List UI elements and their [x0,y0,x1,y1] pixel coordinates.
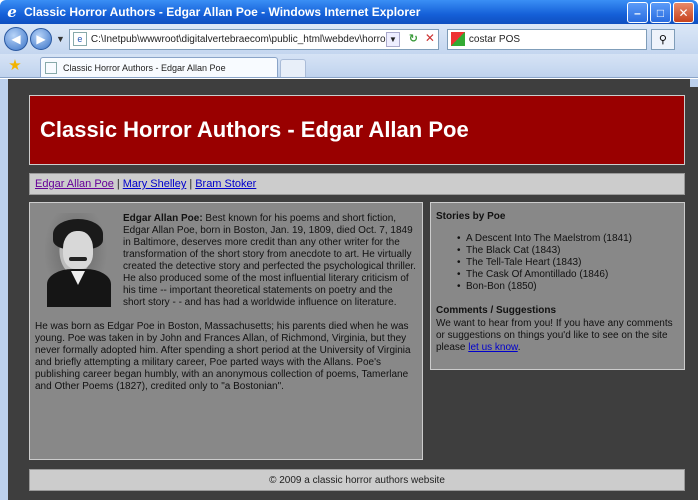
comments-text: We want to hear from you! If you have an… [436,318,673,353]
search-input[interactable]: costar POS [446,28,647,50]
nav-link-stoker[interactable]: Bram Stoker [195,178,256,190]
close-button[interactable]: ✕ [673,2,694,23]
sidebar-panel: Stories by Poe A Descent Into The Maelst… [430,202,685,370]
story-item: Bon-Bon (1850) [457,281,679,293]
favorites-star-icon[interactable]: ★ [4,54,26,76]
story-item: A Descent Into The Maelstrom (1841) [457,233,679,245]
comments-heading: Comments / Suggestions [436,305,557,316]
stories-list: A Descent Into The Maelstrom (1841) The … [436,233,679,293]
search-text: costar POS [468,33,521,45]
refresh-icon[interactable]: ↻ [409,32,418,45]
navigation-bar: ◀ ▶ ▼ e C:\Inetpub\wwwroot\digitalverteb… [0,24,698,54]
bio-paragraph-2: He was born as Edgar Poe in Boston, Mass… [35,321,411,392]
bio-name: Edgar Allan Poe: [123,213,203,224]
nav-link-poe[interactable]: Edgar Allan Poe [35,178,114,190]
maximize-button[interactable]: □ [650,2,671,23]
window-title: Classic Horror Authors - Edgar Allan Poe… [24,5,421,19]
story-item: The Tell-Tale Heart (1843) [457,257,679,269]
tab-current[interactable]: Classic Horror Authors - Edgar Allan Poe [40,57,278,77]
nav-separator: | [116,178,120,190]
contact-link[interactable]: let us know [468,342,517,353]
stop-icon[interactable]: ✕ [425,31,435,45]
poe-portrait [45,213,113,307]
ie-logo-icon: e [7,3,17,21]
page-footer: © 2009 a classic horror authors website [29,469,685,491]
window-titlebar: e Classic Horror Authors - Edgar Allan P… [0,0,698,24]
bio-text-1: Best known for his poems and short ficti… [123,213,416,308]
footer-text: © 2009 a classic horror authors website [269,474,445,486]
address-dropdown-icon[interactable]: ▼ [385,31,400,47]
browser-viewport: Classic Horror Authors - Edgar Allan Poe… [0,79,698,500]
window-controls: – □ ✕ [627,2,694,23]
tab-label: Classic Horror Authors - Edgar Allan Poe [63,62,226,73]
nav-separator: | [189,178,193,190]
address-text: C:\Inetpub\wwwroot\digitalvertebraecom\p… [90,33,389,45]
page-banner: Classic Horror Authors - Edgar Allan Poe [29,95,685,165]
page-icon: e [72,32,87,46]
story-item: The Black Cat (1843) [457,245,679,257]
page-title: Classic Horror Authors - Edgar Allan Poe [40,117,469,142]
story-item: The Cask Of Amontillado (1846) [457,269,679,281]
back-button[interactable]: ◀ [4,27,28,51]
tab-bar: ★ Classic Horror Authors - Edgar Allan P… [0,54,698,78]
biography-panel: Edgar Allan Poe: Best known for his poem… [29,202,423,460]
stories-heading: Stories by Poe [436,211,506,222]
history-dropdown-icon[interactable]: ▼ [56,34,65,44]
forward-button[interactable]: ▶ [30,28,52,50]
author-nav: Edgar Allan Poe | Mary Shelley | Bram St… [29,173,685,195]
page-body: Classic Horror Authors - Edgar Allan Poe… [16,87,698,500]
search-button[interactable]: ⚲ [650,28,675,50]
new-tab-button[interactable] [280,59,306,77]
tab-page-icon [45,61,57,74]
live-search-icon [450,32,465,46]
minimize-button[interactable]: – [627,2,648,23]
nav-link-shelley[interactable]: Mary Shelley [123,178,187,190]
address-bar[interactable]: e C:\Inetpub\wwwroot\digitalvertebraecom… [68,28,439,50]
